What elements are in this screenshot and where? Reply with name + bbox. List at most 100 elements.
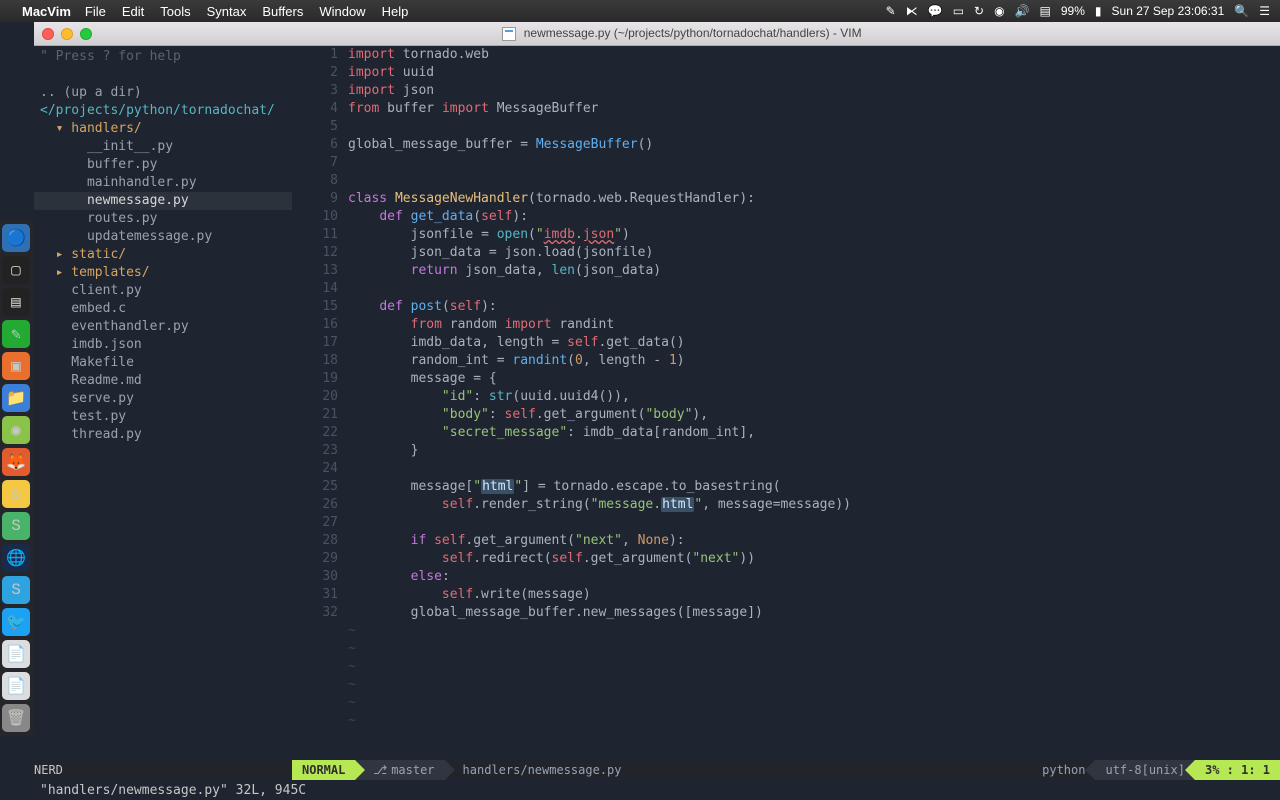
- dock-chrome[interactable]: ◎: [2, 480, 30, 508]
- close-button[interactable]: [42, 28, 54, 40]
- tree-item[interactable]: updatemessage.py: [34, 228, 292, 246]
- dock-twitter[interactable]: 🐦: [2, 608, 30, 636]
- menu-buffers[interactable]: Buffers: [262, 4, 303, 19]
- tree-item[interactable]: Readme.md: [34, 372, 292, 390]
- code-line[interactable]: self.redirect(self.get_argument("next")): [348, 550, 1280, 568]
- code-line[interactable]: import uuid: [348, 64, 1280, 82]
- code-line[interactable]: [348, 514, 1280, 532]
- nerdtree-updir[interactable]: .. (up a dir): [34, 84, 292, 102]
- menu-help[interactable]: Help: [382, 4, 409, 19]
- code-line[interactable]: self.render_string("message.html", messa…: [348, 496, 1280, 514]
- code-line[interactable]: jsonfile = open("imdb.json"): [348, 226, 1280, 244]
- bluetooth-icon[interactable]: ⧔: [906, 4, 918, 18]
- code-line[interactable]: "secret_message": imdb_data[random_int],: [348, 424, 1280, 442]
- menu-icon[interactable]: ☰: [1259, 4, 1270, 18]
- zoom-button[interactable]: [80, 28, 92, 40]
- menu-tools[interactable]: Tools: [160, 4, 190, 19]
- dock-skype[interactable]: S: [2, 576, 30, 604]
- line-gutter: 1234567891011121314151617181920212223242…: [292, 46, 348, 760]
- code-line[interactable]: def post(self):: [348, 298, 1280, 316]
- code-line[interactable]: from random import randint: [348, 316, 1280, 334]
- dock-folder[interactable]: 📁: [2, 384, 30, 412]
- code-line[interactable]: imdb_data, length = self.get_data(): [348, 334, 1280, 352]
- code-line[interactable]: class MessageNewHandler(tornado.web.Requ…: [348, 190, 1280, 208]
- code-line[interactable]: [348, 154, 1280, 172]
- code-line[interactable]: global_message_buffer.new_messages([mess…: [348, 604, 1280, 622]
- nerdtree-sidebar[interactable]: " Press ? for help .. (up a dir) </proje…: [34, 46, 292, 760]
- command-line[interactable]: "handlers/newmessage.py" 32L, 945C: [34, 780, 1280, 800]
- minimize-button[interactable]: [61, 28, 73, 40]
- chat-icon[interactable]: 💬: [928, 4, 943, 18]
- tree-item[interactable]: imdb.json: [34, 336, 292, 354]
- code-line[interactable]: message["html"] = tornado.escape.to_base…: [348, 478, 1280, 496]
- tree-item[interactable]: eventhandler.py: [34, 318, 292, 336]
- code-line[interactable]: import tornado.web: [348, 46, 1280, 64]
- code-editor[interactable]: 1234567891011121314151617181920212223242…: [292, 46, 1280, 760]
- tree-item[interactable]: mainhandler.py: [34, 174, 292, 192]
- evernote-icon[interactable]: ✎: [886, 4, 896, 18]
- code-line[interactable]: global_message_buffer = MessageBuffer(): [348, 136, 1280, 154]
- code-line[interactable]: [348, 118, 1280, 136]
- tree-item[interactable]: thread.py: [34, 426, 292, 444]
- battery-percent[interactable]: 99%: [1061, 4, 1085, 18]
- tree-item[interactable]: Makefile: [34, 354, 292, 372]
- tree-item[interactable]: embed.c: [34, 300, 292, 318]
- volume-icon[interactable]: 🔊: [1015, 4, 1030, 18]
- dock-textedit[interactable]: 📄: [2, 640, 30, 668]
- flag-icon[interactable]: ▤: [1040, 4, 1051, 18]
- dock-htop[interactable]: ▤: [2, 288, 30, 316]
- dock-firefox[interactable]: 🦊: [2, 448, 30, 476]
- menu-file[interactable]: File: [85, 4, 106, 19]
- code-line[interactable]: [348, 172, 1280, 190]
- code-line[interactable]: }: [348, 442, 1280, 460]
- code-line[interactable]: json_data = json.load(jsonfile): [348, 244, 1280, 262]
- clock[interactable]: Sun 27 Sep 23:06:31: [1112, 4, 1225, 18]
- code-line[interactable]: def get_data(self):: [348, 208, 1280, 226]
- dock-terminal[interactable]: ▢: [2, 256, 30, 284]
- tree-item[interactable]: ▸ templates/: [34, 264, 292, 282]
- macos-menubar: MacVim File Edit Tools Syntax Buffers Wi…: [0, 0, 1280, 22]
- nerdtree-root[interactable]: </projects/python/tornadochat/: [34, 102, 292, 120]
- code-line[interactable]: else:: [348, 568, 1280, 586]
- code-body[interactable]: import tornado.webimport uuidimport json…: [348, 46, 1280, 760]
- timemachine-icon[interactable]: ↻: [974, 4, 984, 18]
- window-titlebar[interactable]: newmessage.py (~/projects/python/tornado…: [34, 22, 1280, 46]
- dock-trash[interactable]: 🗑: [2, 704, 30, 732]
- dock-globe[interactable]: 🌐: [2, 544, 30, 572]
- status-mode: NORMAL: [292, 760, 355, 780]
- wifi-icon[interactable]: ◉: [994, 4, 1004, 18]
- dock-finder[interactable]: 🔵: [2, 224, 30, 252]
- tree-item[interactable]: ▾ handlers/: [34, 120, 292, 138]
- menu-window[interactable]: Window: [319, 4, 365, 19]
- code-line[interactable]: message = {: [348, 370, 1280, 388]
- menu-edit[interactable]: Edit: [122, 4, 144, 19]
- code-line[interactable]: "id": str(uuid.uuid4()),: [348, 388, 1280, 406]
- battery-icon[interactable]: ▮: [1095, 4, 1102, 18]
- code-line[interactable]: if self.get_argument("next", None):: [348, 532, 1280, 550]
- code-line[interactable]: from buffer import MessageBuffer: [348, 100, 1280, 118]
- dock-doc[interactable]: 📄: [2, 672, 30, 700]
- dock-sublime[interactable]: ▣: [2, 352, 30, 380]
- code-line[interactable]: [348, 280, 1280, 298]
- tree-item[interactable]: __init__.py: [34, 138, 292, 156]
- spotlight-icon[interactable]: 🔍: [1234, 4, 1249, 18]
- tree-item[interactable]: test.py: [34, 408, 292, 426]
- dock-slack[interactable]: S: [2, 512, 30, 540]
- app-name[interactable]: MacVim: [22, 4, 71, 19]
- tree-item[interactable]: client.py: [34, 282, 292, 300]
- tree-item[interactable]: ▸ static/: [34, 246, 292, 264]
- code-line[interactable]: return json_data, len(json_data): [348, 262, 1280, 280]
- dock-macvim[interactable]: ✎: [2, 320, 30, 348]
- dock-android[interactable]: ◉: [2, 416, 30, 444]
- code-line[interactable]: random_int = randint(0, length - 1): [348, 352, 1280, 370]
- tree-item[interactable]: buffer.py: [34, 156, 292, 174]
- tree-item[interactable]: routes.py: [34, 210, 292, 228]
- menu-syntax[interactable]: Syntax: [207, 4, 247, 19]
- tree-item[interactable]: serve.py: [34, 390, 292, 408]
- code-line[interactable]: [348, 460, 1280, 478]
- code-line[interactable]: "body": self.get_argument("body"),: [348, 406, 1280, 424]
- tree-item[interactable]: newmessage.py: [34, 192, 292, 210]
- display-icon[interactable]: ▭: [953, 4, 964, 18]
- code-line[interactable]: self.write(message): [348, 586, 1280, 604]
- code-line[interactable]: import json: [348, 82, 1280, 100]
